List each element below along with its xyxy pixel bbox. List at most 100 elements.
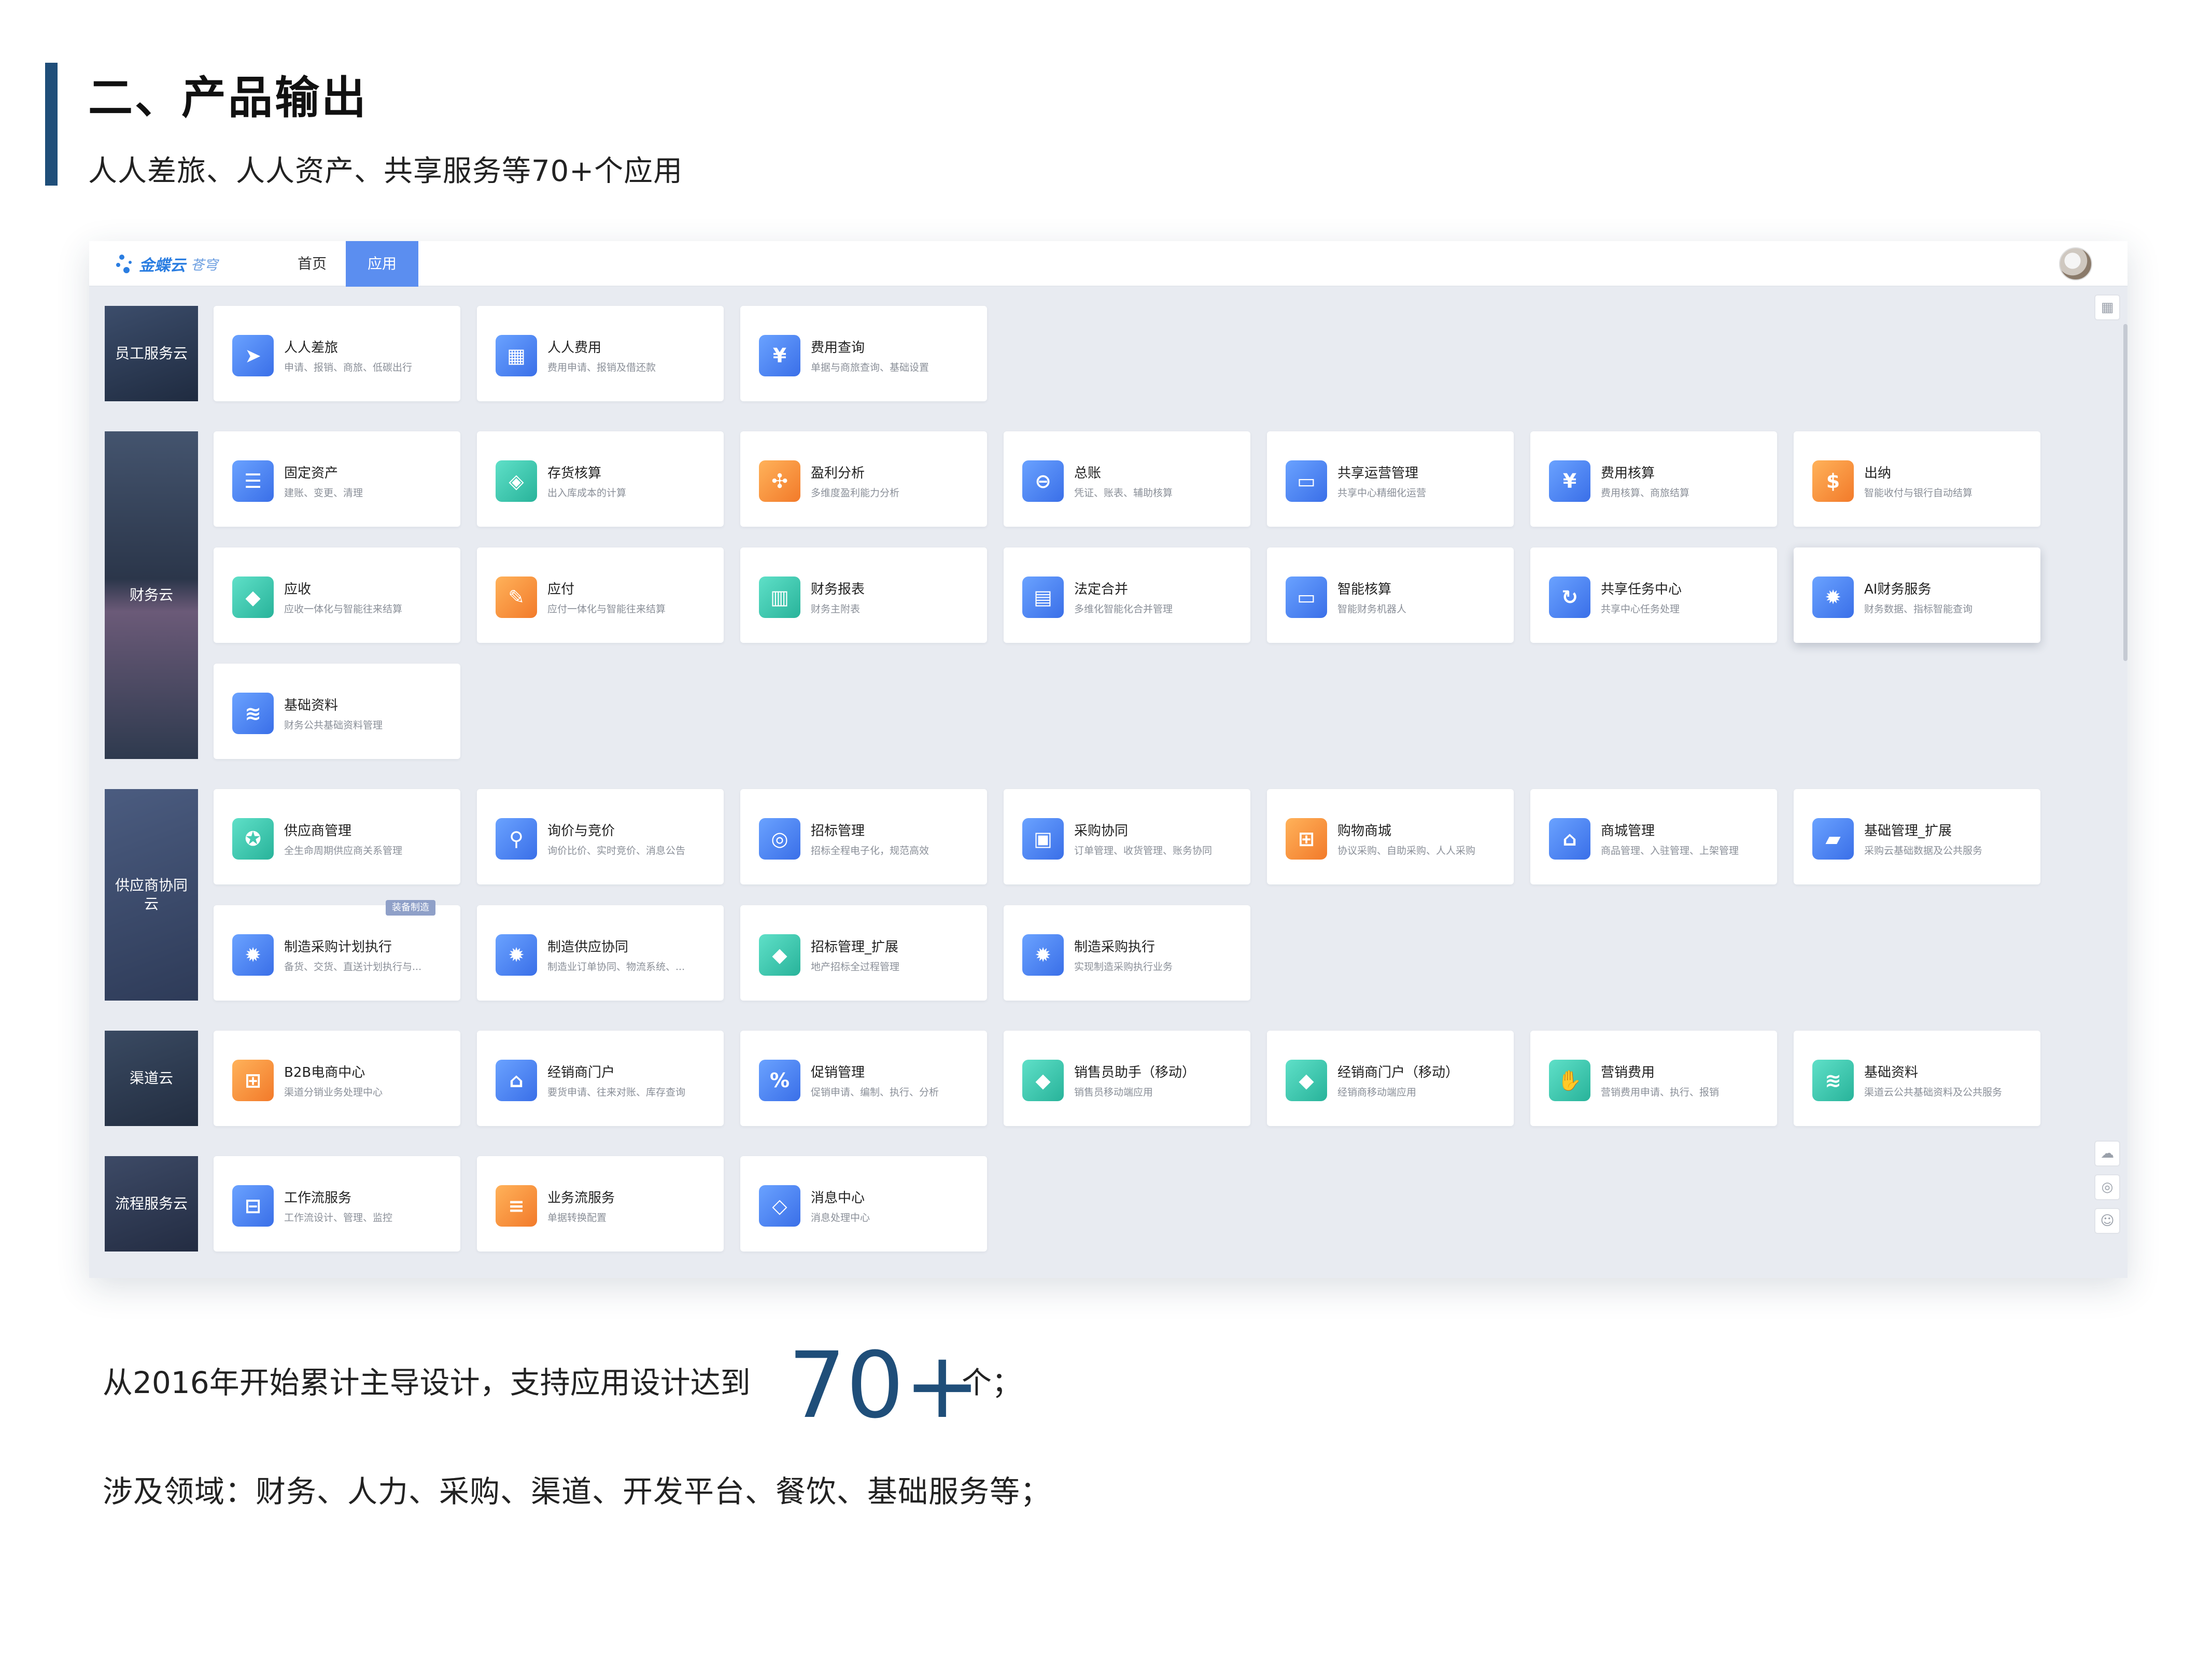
app-card[interactable]: ⌂ 商城管理 商品管理、入驻管理、上架管理	[1530, 789, 1777, 884]
app-card[interactable]: ⚲ 询价与竞价 询价比价、实时竞价、消息公告	[477, 789, 724, 884]
app-card[interactable]: ▰ 基础管理_扩展 采购云基础数据及公共服务	[1794, 789, 2040, 884]
app-card[interactable]: ◆ 应收 应收一体化与智能往来结算	[214, 547, 460, 643]
app-card-description: 多维度盈利能力分析	[811, 487, 900, 499]
app-card[interactable]: ↻ 共享任务中心 共享中心任务处理	[1530, 547, 1777, 643]
user-avatar[interactable]	[2059, 247, 2092, 280]
app-card[interactable]: ☰ 固定资产 建账、变更、清理	[214, 431, 460, 527]
section-label: 员工服务云	[105, 306, 198, 401]
section-label: 流程服务云	[105, 1156, 198, 1252]
app-card[interactable]: ▦ 人人费用 费用申请、报销及借还款	[477, 306, 724, 401]
app-card-name: 人人费用	[547, 340, 602, 356]
app-card[interactable]: ≋ 基础资料 渠道云公共基础资料及公共服务	[1794, 1031, 2040, 1126]
app-card-description: 实现制造采购执行业务	[1074, 961, 1173, 973]
app-card[interactable]: ⌂ 经销商门户 要货申请、往来对账、库存查询	[477, 1031, 724, 1126]
app-card-name: 出纳	[1864, 466, 1892, 481]
cycle-icon: ↻	[1549, 577, 1590, 618]
app-card[interactable]: ◈ 存货核算 出入库成本的计算	[477, 431, 724, 527]
ledger-icon: ⊖	[1022, 460, 1064, 502]
app-card[interactable]: ➤ 人人差旅 申请、报销、商旅、低碳出行	[214, 306, 460, 401]
app-card-description: 商品管理、入驻管理、上架管理	[1601, 845, 1739, 856]
chat-icon[interactable]: ◎	[2094, 1174, 2120, 1200]
app-card[interactable]: ✹ 制造供应协同 制造业订单协同、物流系统、...	[477, 905, 724, 1001]
app-card-name: 业务流服务	[547, 1190, 615, 1206]
app-card[interactable]: ✹ AI财务服务 财务数据、指标智能查询	[1794, 547, 2040, 643]
slide-title: 二、产品输出	[88, 72, 368, 124]
app-card[interactable]: ▭ 共享运营管理 共享中心精细化运营	[1267, 431, 1514, 527]
app-card-name: 制造采购执行	[1074, 939, 1156, 955]
layout-grid-icon[interactable]: ▦	[2094, 294, 2120, 320]
app-card[interactable]: ⊞ B2B电商中心 渠道分销业务处理中心	[214, 1031, 460, 1126]
slide-subtitle: 人人差旅、人人资产、共享服务等70+个应用	[88, 154, 683, 188]
gear-icon: ✹	[232, 934, 274, 976]
app-card[interactable]: ▭ 智能核算 智能财务机器人	[1267, 547, 1514, 643]
app-card[interactable]: ⊟ 工作流服务 工作流设计、管理、监控	[214, 1156, 460, 1252]
app-card[interactable]: ✎ 应付 应付一体化与智能往来结算	[477, 547, 724, 643]
list-icon: ☰	[232, 460, 274, 502]
app-card[interactable]: ✹ 制造采购执行 实现制造采购执行业务	[1004, 905, 1250, 1001]
app-card[interactable]: ¥ 费用核算 费用核算、商旅结算	[1530, 431, 1777, 527]
app-card[interactable]: ✣ 盈利分析 多维度盈利能力分析	[740, 431, 987, 527]
travel-icon: ➤	[232, 335, 274, 376]
logo-subtext: 苍穹	[191, 257, 218, 273]
app-card[interactable]: ◇ 消息中心 消息处理中心	[740, 1156, 987, 1252]
app-card[interactable]: ✋ 营销费用 营销费用申请、执行、报销	[1530, 1031, 1777, 1126]
tab-home[interactable]: 首页	[284, 241, 341, 287]
diamond-grid-icon: ◇	[759, 1185, 800, 1227]
app-card[interactable]: % 促销管理 促销申请、编制、执行、分析	[740, 1031, 987, 1126]
app-card-name: 法定合并	[1074, 582, 1129, 597]
app-card-description: 申请、报销、商旅、低碳出行	[284, 362, 413, 373]
document-yen-icon: ¥	[759, 335, 800, 376]
app-card[interactable]: ◆ 销售员助手（移动） 销售员移动端应用	[1004, 1031, 1250, 1126]
app-card-description: 要货申请、往来对账、库存查询	[547, 1087, 686, 1098]
app-card-name: 费用核算	[1601, 466, 1655, 481]
app-card[interactable]: ⊖ 总账 凭证、账表、辅助核算	[1004, 431, 1250, 527]
stat-unit: 个；	[962, 1365, 1022, 1400]
cloud-icon[interactable]: ☁	[2094, 1141, 2120, 1166]
cube-icon: ◆	[759, 934, 800, 976]
robot-icon[interactable]: ☺	[2094, 1208, 2120, 1234]
app-card-description: 智能收付与银行自动结算	[1864, 487, 1973, 499]
app-card-name: 财务报表	[811, 582, 865, 597]
search-icon: ⚲	[496, 818, 537, 860]
app-card[interactable]: ◆ 经销商门户（移动） 经销商移动端应用	[1267, 1031, 1514, 1126]
app-card[interactable]: ◆ 招标管理_扩展 地产招标全过程管理	[740, 905, 987, 1001]
money-bag-icon: $	[1812, 460, 1854, 502]
app-card[interactable]: ✹ 制造采购计划执行 备货、交货、直送计划执行与... 装备制造	[214, 900, 460, 1001]
app-screenshot: 金蝶云 苍穹 首页 应用 员工服务云 ➤ 人人差旅 申请、报销、商旅、低碳出行 ▦ 人人费…	[89, 241, 2128, 1278]
app-card[interactable]: ▤ 法定合并 多维化智能化合并管理	[1004, 547, 1250, 643]
app-card-description: 采购云基础数据及公共服务	[1864, 845, 1983, 856]
scrollbar-thumb[interactable]	[2123, 324, 2128, 661]
monitor-icon: ▭	[1286, 460, 1327, 502]
app-card-description: 消息处理中心	[811, 1212, 870, 1224]
app-card[interactable]: ✪ 供应商管理 全生命周期供应商关系管理	[214, 789, 460, 884]
app-card-name: 基础管理_扩展	[1864, 823, 1952, 839]
layers-icon: ≋	[1812, 1060, 1854, 1101]
app-card-description: 财务主附表	[811, 603, 861, 615]
app-card-description: 共享中心任务处理	[1601, 603, 1680, 615]
cube-icon: ◆	[1022, 1060, 1064, 1101]
section-label-text: 财务云	[129, 586, 173, 603]
app-card[interactable]: ⊞ 购物商城 协议采购、自助采购、人人采购	[1267, 789, 1514, 884]
title-accent-bar	[45, 63, 58, 186]
app-card[interactable]: $ 出纳智能收付与银行自动结算	[1794, 431, 2040, 527]
pen-paper-icon: ✎	[496, 577, 537, 618]
box-icon: ◈	[496, 460, 537, 502]
percent-icon: %	[759, 1060, 800, 1101]
app-card[interactable]: ¥ 费用查询 单据与商旅查询、基础设置	[740, 306, 987, 401]
app-card[interactable]: ◎ 招标管理 招标全程电子化，规范高效	[740, 789, 987, 884]
cart-icon: ⊞	[232, 1060, 274, 1101]
kingdee-logo[interactable]: 金蝶云 苍穹	[116, 251, 218, 276]
chart-board-icon: ▥	[759, 577, 800, 618]
tab-apps[interactable]: 应用	[346, 241, 418, 287]
app-card-description: 费用申请、报销及借还款	[547, 362, 656, 373]
logo-text: 金蝶云	[139, 257, 186, 275]
app-card-description: 出入库成本的计算	[547, 487, 627, 499]
app-card-description: 共享中心精细化运营	[1337, 487, 1427, 499]
app-card[interactable]: ≋ 基础资料 财务公共基础资料管理	[214, 664, 460, 759]
app-card-name: 营销费用	[1601, 1065, 1655, 1080]
network-icon: ✣	[759, 460, 800, 502]
app-card[interactable]: ≡ 业务流服务 单据转换配置	[477, 1156, 724, 1252]
app-card-description: 凭证、账表、辅助核算	[1074, 487, 1173, 499]
app-card[interactable]: ▥ 财务报表财务主附表	[740, 547, 987, 643]
app-card[interactable]: ▣ 采购协同 订单管理、收货管理、账务协同	[1004, 789, 1250, 884]
